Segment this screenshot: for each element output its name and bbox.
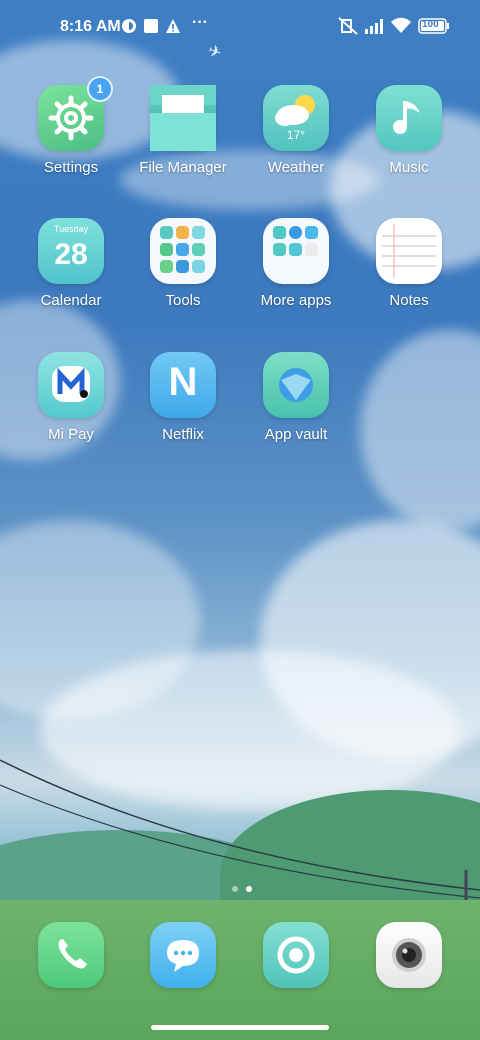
square-notification-icon (143, 18, 159, 39)
calendar-day-name: Tuesday (53, 224, 89, 234)
camera-app-icon (376, 922, 442, 988)
vpn-icon (121, 18, 137, 39)
dock-messaging[interactable] (128, 922, 238, 988)
warning-icon (165, 18, 181, 39)
apps-folder-icon (273, 226, 318, 256)
home-gesture-bar[interactable] (151, 1025, 329, 1030)
app-weather[interactable]: 17° Weather (241, 85, 351, 176)
netflix-icon: N (168, 360, 198, 404)
app-notes[interactable]: Notes (354, 218, 464, 309)
tools-folder-icon (150, 218, 216, 284)
notification-badge: 1 (87, 76, 113, 102)
silent-icon (337, 16, 359, 41)
app-label: Mi Pay (48, 426, 94, 443)
browser-app-icon (263, 922, 329, 988)
app-vault-icon (279, 368, 313, 402)
camera-icon (392, 938, 426, 972)
app-label: More apps (260, 292, 332, 309)
app-label: Notes (389, 292, 429, 309)
app-vault-app-icon (263, 352, 329, 418)
battery-level: 100 (422, 19, 439, 30)
app-label: App vault (264, 426, 328, 443)
page-dot[interactable] (232, 886, 238, 892)
calendar-day-number: 28 (54, 238, 88, 271)
dock-phone[interactable] (16, 922, 126, 988)
chat-bubble-icon (167, 940, 199, 972)
weather-temp: 17° (286, 128, 306, 142)
app-label: Music (389, 159, 429, 176)
tools-app-grid (160, 226, 205, 273)
page-dot-active[interactable] (246, 886, 252, 892)
app-settings[interactable]: 1 Settings (16, 76, 126, 176)
app-label: Weather (267, 159, 325, 176)
settings-app-icon: 1 (38, 76, 113, 151)
folder-icon (150, 85, 216, 151)
mi-pay-app-icon (38, 352, 104, 418)
app-tools[interactable]: Tools (128, 218, 238, 309)
notes-icon (382, 224, 436, 278)
music-app-icon (376, 85, 442, 151)
notes-app-icon (376, 218, 442, 284)
app-label: Settings (43, 159, 99, 176)
dock-camera[interactable] (354, 922, 464, 988)
wifi-icon (390, 16, 412, 39)
weather-app-icon: 17° (263, 85, 329, 151)
app-label: Tools (165, 292, 201, 309)
browser-icon (277, 936, 315, 974)
status-bar: 8:16 AM ··· 100 (0, 0, 480, 56)
phone-icon (58, 939, 87, 969)
netflix-app-icon: N (150, 352, 216, 418)
app-label: Netflix (162, 426, 204, 443)
signal-icon (364, 18, 386, 39)
file-manager-app-icon (150, 85, 216, 151)
mi-pay-icon (52, 366, 90, 402)
app-app-vault[interactable]: App vault (241, 352, 351, 443)
app-file-manager[interactable]: File Manager (128, 85, 238, 176)
page-indicator[interactable] (228, 879, 256, 897)
app-netflix[interactable]: N Netflix (128, 352, 238, 443)
dock-browser[interactable] (241, 922, 351, 988)
music-note-icon (393, 101, 420, 134)
app-more-apps[interactable]: More apps (241, 218, 351, 309)
app-label: Calendar (40, 292, 102, 309)
app-music[interactable]: Music (354, 85, 464, 176)
status-time: 8:16 AM (60, 18, 121, 35)
battery-icon: 100 (418, 18, 450, 39)
more-apps-folder-icon (263, 218, 329, 284)
more-notifications-indicator: ··· (192, 14, 208, 31)
app-mi-pay[interactable]: Mi Pay (16, 352, 126, 443)
app-calendar[interactable]: Tuesday 28 Calendar (16, 218, 126, 309)
app-label: File Manager (139, 159, 227, 176)
phone-app-icon (38, 922, 104, 988)
messaging-app-icon (150, 922, 216, 988)
calendar-app-icon: Tuesday 28 (38, 218, 104, 284)
